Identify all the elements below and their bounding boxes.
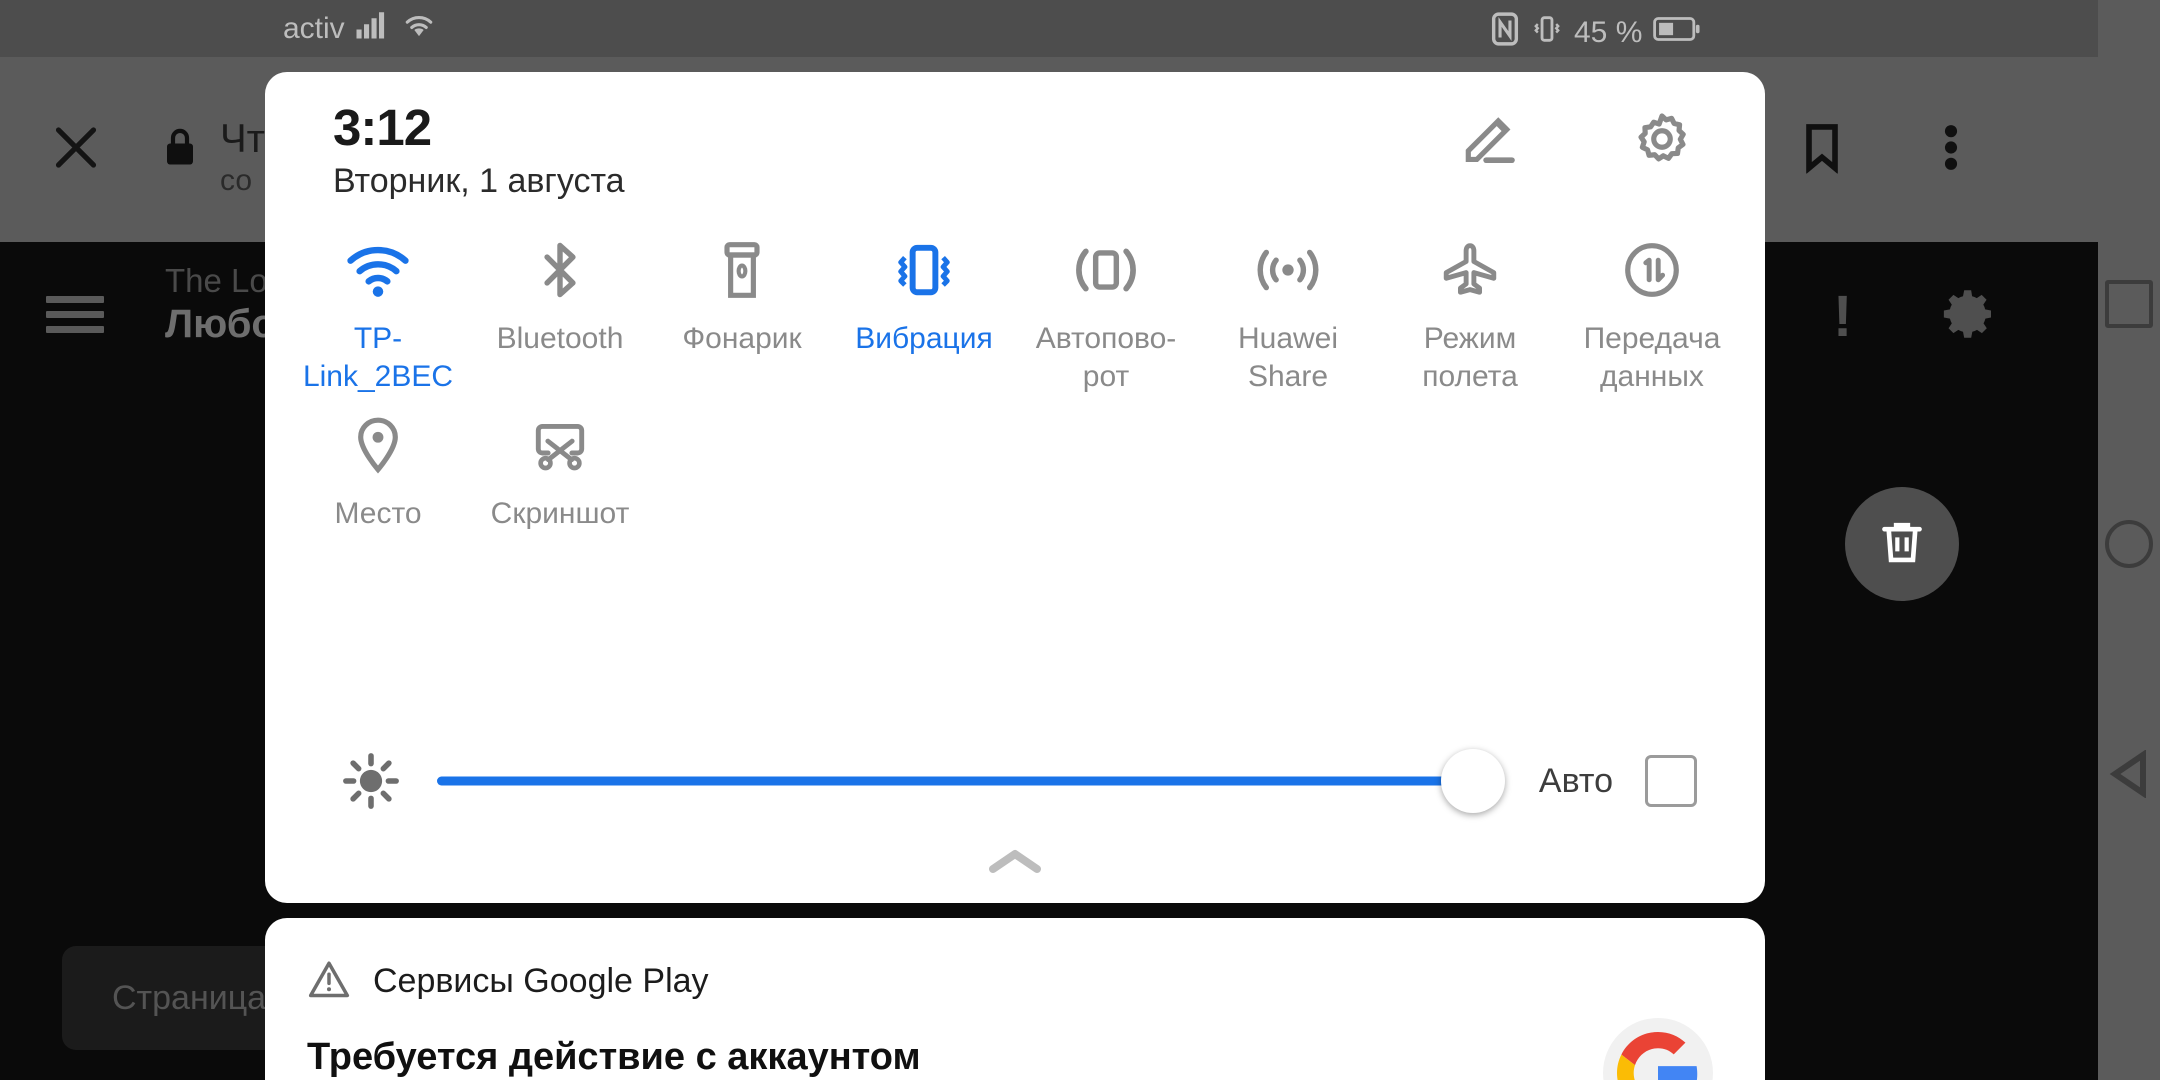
tile-label: Место — [334, 497, 422, 530]
tile-label: Huawei Share — [1237, 322, 1339, 393]
chevron-up-icon — [987, 846, 1043, 881]
tile-mobile-data[interactable]: Передача данных — [1561, 220, 1743, 395]
page-title-line2: со — [220, 164, 253, 197]
lock-icon[interactable] — [158, 123, 202, 176]
flashlight-icon — [716, 232, 768, 308]
page-title-line1: Чт — [220, 117, 265, 161]
brightness-slider[interactable] — [437, 749, 1505, 813]
vibrate-icon — [1530, 12, 1564, 54]
tile-label: Фонарик — [682, 322, 802, 355]
reader-title: The Lo — [165, 262, 268, 299]
tile-huawei-share[interactable]: Huawei Share — [1197, 220, 1379, 395]
browser-page-title: Чт со — [220, 117, 265, 200]
header-actions — [1459, 108, 1693, 175]
location-pin-icon — [350, 407, 406, 483]
bluetooth-icon — [531, 232, 589, 308]
tile-bluetooth[interactable]: Bluetooth — [469, 220, 651, 395]
wifi-icon — [401, 10, 437, 48]
tile-flashlight[interactable]: Фонарик — [651, 220, 833, 395]
triangle-back-icon[interactable] — [2107, 749, 2151, 803]
tile-label: Передача данных — [1583, 322, 1721, 393]
collapse-handle[interactable] — [265, 846, 1765, 881]
quick-settings-tiles-grid: TP-Link_2BEC Bluetooth Фонарик Вибрация … — [265, 220, 1765, 533]
more-vertical-icon[interactable] — [1938, 119, 1964, 180]
gear-icon[interactable] — [1942, 286, 1998, 347]
brightness-slider-thumb[interactable] — [1440, 749, 1505, 813]
vibration-icon — [889, 232, 959, 308]
tile-vibration[interactable]: Вибрация — [833, 220, 1015, 395]
pencil-edit-icon[interactable] — [1459, 108, 1521, 175]
quick-settings-panel: 3:12 Вторник, 1 августа TP-Link_2BEC Blu… — [265, 72, 1765, 903]
bookmark-icon[interactable] — [1800, 121, 1844, 178]
system-status-bar: activ 45 % — [0, 0, 2098, 57]
tile-label: TP-Link_2BEC — [302, 322, 454, 393]
nfc-icon — [1490, 12, 1520, 54]
reader-subtitle: Любо — [165, 302, 276, 346]
circle-home-icon[interactable] — [2105, 520, 2153, 568]
tile-screenshot[interactable]: Скриншот — [469, 395, 651, 533]
tile-label: Автопово-рот — [1035, 322, 1177, 393]
tile-auto-rotate[interactable]: Автопово-рот — [1015, 220, 1197, 395]
system-navigation-bar — [2098, 0, 2160, 1080]
mobile-data-icon — [1619, 232, 1685, 308]
carrier-label: activ — [283, 12, 345, 45]
notification-card[interactable]: Сервисы Google Play Требуется действие с… — [265, 918, 1765, 1080]
wifi-icon — [343, 232, 413, 308]
status-bar-left: activ — [283, 10, 437, 48]
trash-icon — [1874, 514, 1930, 575]
tile-airplane-mode[interactable]: Режим полета — [1379, 220, 1561, 395]
delete-button[interactable] — [1845, 487, 1959, 601]
tile-label: Скриншот — [490, 497, 630, 530]
notification-title: Требуется действие с аккаунтом — [307, 1036, 921, 1078]
tile-label: Вибрация — [855, 322, 993, 355]
brightness-slider-fill — [437, 776, 1483, 786]
square-recents-icon[interactable] — [2105, 280, 2153, 328]
status-bar-right: 45 % — [1490, 12, 1702, 54]
notification-header: Сервисы Google Play — [307, 958, 709, 1005]
warning-triangle-icon — [307, 958, 351, 1005]
exclamation-icon[interactable]: ! — [1833, 288, 1852, 346]
cellular-signal-icon — [355, 10, 391, 48]
quick-settings-header: 3:12 Вторник, 1 августа — [265, 72, 1765, 220]
battery-percent-label: 45 % — [1574, 16, 1643, 49]
page-field-text: Страница — [112, 978, 267, 1017]
auto-brightness-checkbox[interactable] — [1645, 755, 1697, 807]
huawei-share-icon — [1251, 232, 1325, 308]
tile-label: Режим полета — [1422, 322, 1518, 393]
gear-icon[interactable] — [1631, 108, 1693, 175]
brightness-icon — [333, 752, 409, 810]
hamburger-menu-icon[interactable] — [46, 288, 104, 341]
screenshot-scissors-icon — [525, 407, 595, 483]
auto-brightness-label: Авто — [1538, 761, 1613, 800]
tile-label: Bluetooth — [496, 322, 624, 355]
battery-icon — [1652, 15, 1702, 51]
tile-wifi[interactable]: TP-Link_2BEC — [287, 220, 469, 395]
brightness-control-row: Авто — [265, 749, 1765, 813]
tile-location[interactable]: Место — [287, 395, 469, 533]
google-logo-icon — [1603, 1018, 1713, 1080]
clock-time: 3:12 — [333, 99, 432, 156]
clock-date: Вторник, 1 августа — [333, 162, 625, 200]
notification-app-name: Сервисы Google Play — [373, 962, 709, 1000]
close-icon[interactable] — [48, 119, 104, 180]
auto-rotate-icon — [1069, 232, 1143, 308]
airplane-icon — [1437, 232, 1503, 308]
